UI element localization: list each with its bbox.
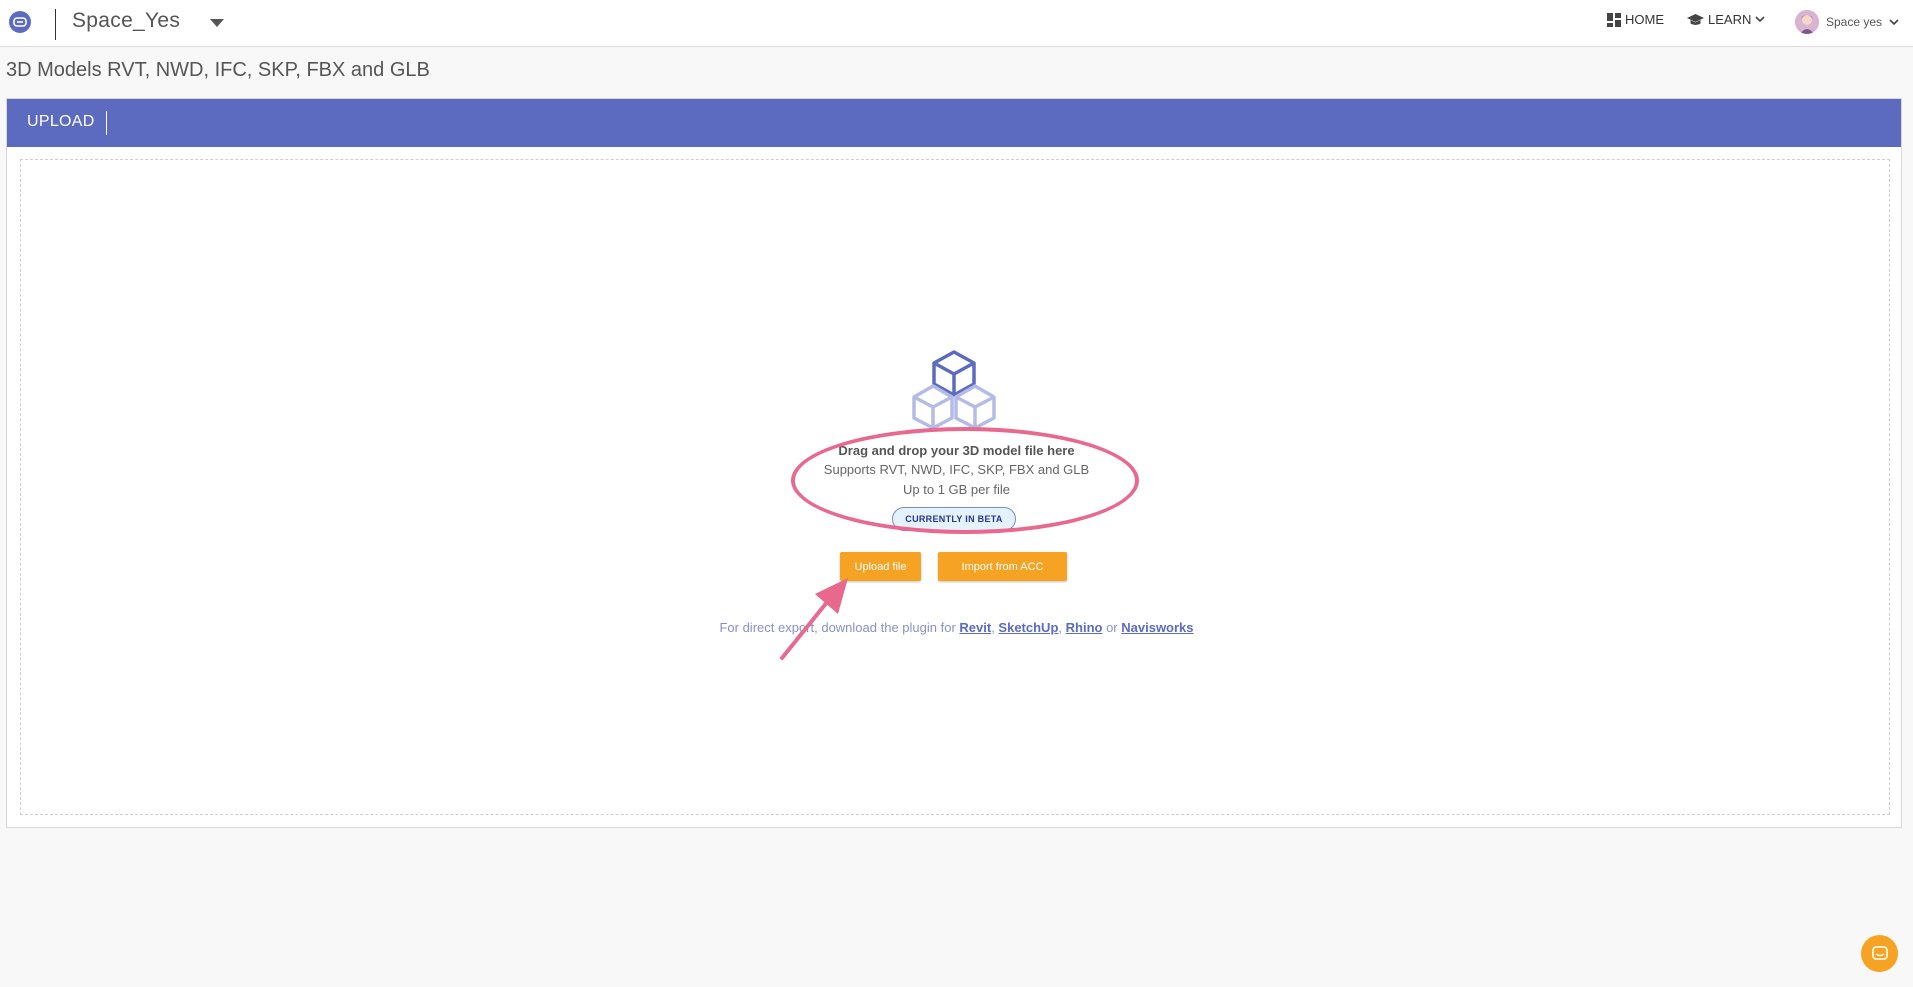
nav-learn[interactable]: LEARN [1687,12,1765,27]
project-name[interactable]: Space_Yes [72,9,180,33]
nav-home[interactable]: HOME [1607,12,1664,27]
upload-file-button[interactable]: Upload file [840,552,921,581]
separator: or [1102,620,1122,635]
navisworks-plugin-link[interactable]: Navisworks [1121,620,1193,635]
graduation-cap-icon [1687,13,1704,25]
chat-icon [1871,945,1888,960]
plugin-prefix: For direct export, download the plugin f… [719,620,960,635]
user-name: Space yes [1826,15,1883,29]
revit-plugin-link[interactable]: Revit [959,620,991,635]
plugin-download-text: For direct export, download the plugin f… [0,620,1913,635]
nav-home-label: HOME [1625,12,1664,27]
dropzone-size-limit: Up to 1 GB per file [903,482,1010,497]
page-title: 3D Models RVT, NWD, IFC, SKP, FBX and GL… [6,59,430,81]
tab-bar: UPLOAD [7,99,1901,147]
dropzone-formats: Supports RVT, NWD, IFC, SKP, FBX and GLB [823,462,1090,477]
top-bar: Space_Yes HOME LEARN Space yes [0,0,1913,47]
rhino-plugin-link[interactable]: Rhino [1066,620,1103,635]
stacked-cubes-icon [912,350,996,430]
tab-divider [106,111,107,135]
beta-badge: CURRENTLY IN BETA [892,507,1016,531]
separator: , [1058,620,1066,635]
dropzone-title: Drag and drop your 3D model file here [838,443,1075,458]
user-menu[interactable]: Space yes [1795,10,1899,34]
sketchup-plugin-link[interactable]: SketchUp [998,620,1058,635]
chevron-down-icon [1755,16,1765,23]
import-from-acc-button[interactable]: Import from ACC [938,552,1067,581]
dashboard-grid-icon [1607,12,1621,27]
viewer-logo-icon[interactable] [9,11,31,33]
nav-learn-label: LEARN [1708,12,1752,27]
chevron-down-icon [1889,18,1899,25]
avatar [1795,10,1819,34]
chat-launcher-button[interactable] [1861,935,1898,972]
tab-upload[interactable]: UPLOAD [27,113,95,131]
project-dropdown-caret-icon[interactable] [210,19,224,27]
header-divider [55,9,56,40]
